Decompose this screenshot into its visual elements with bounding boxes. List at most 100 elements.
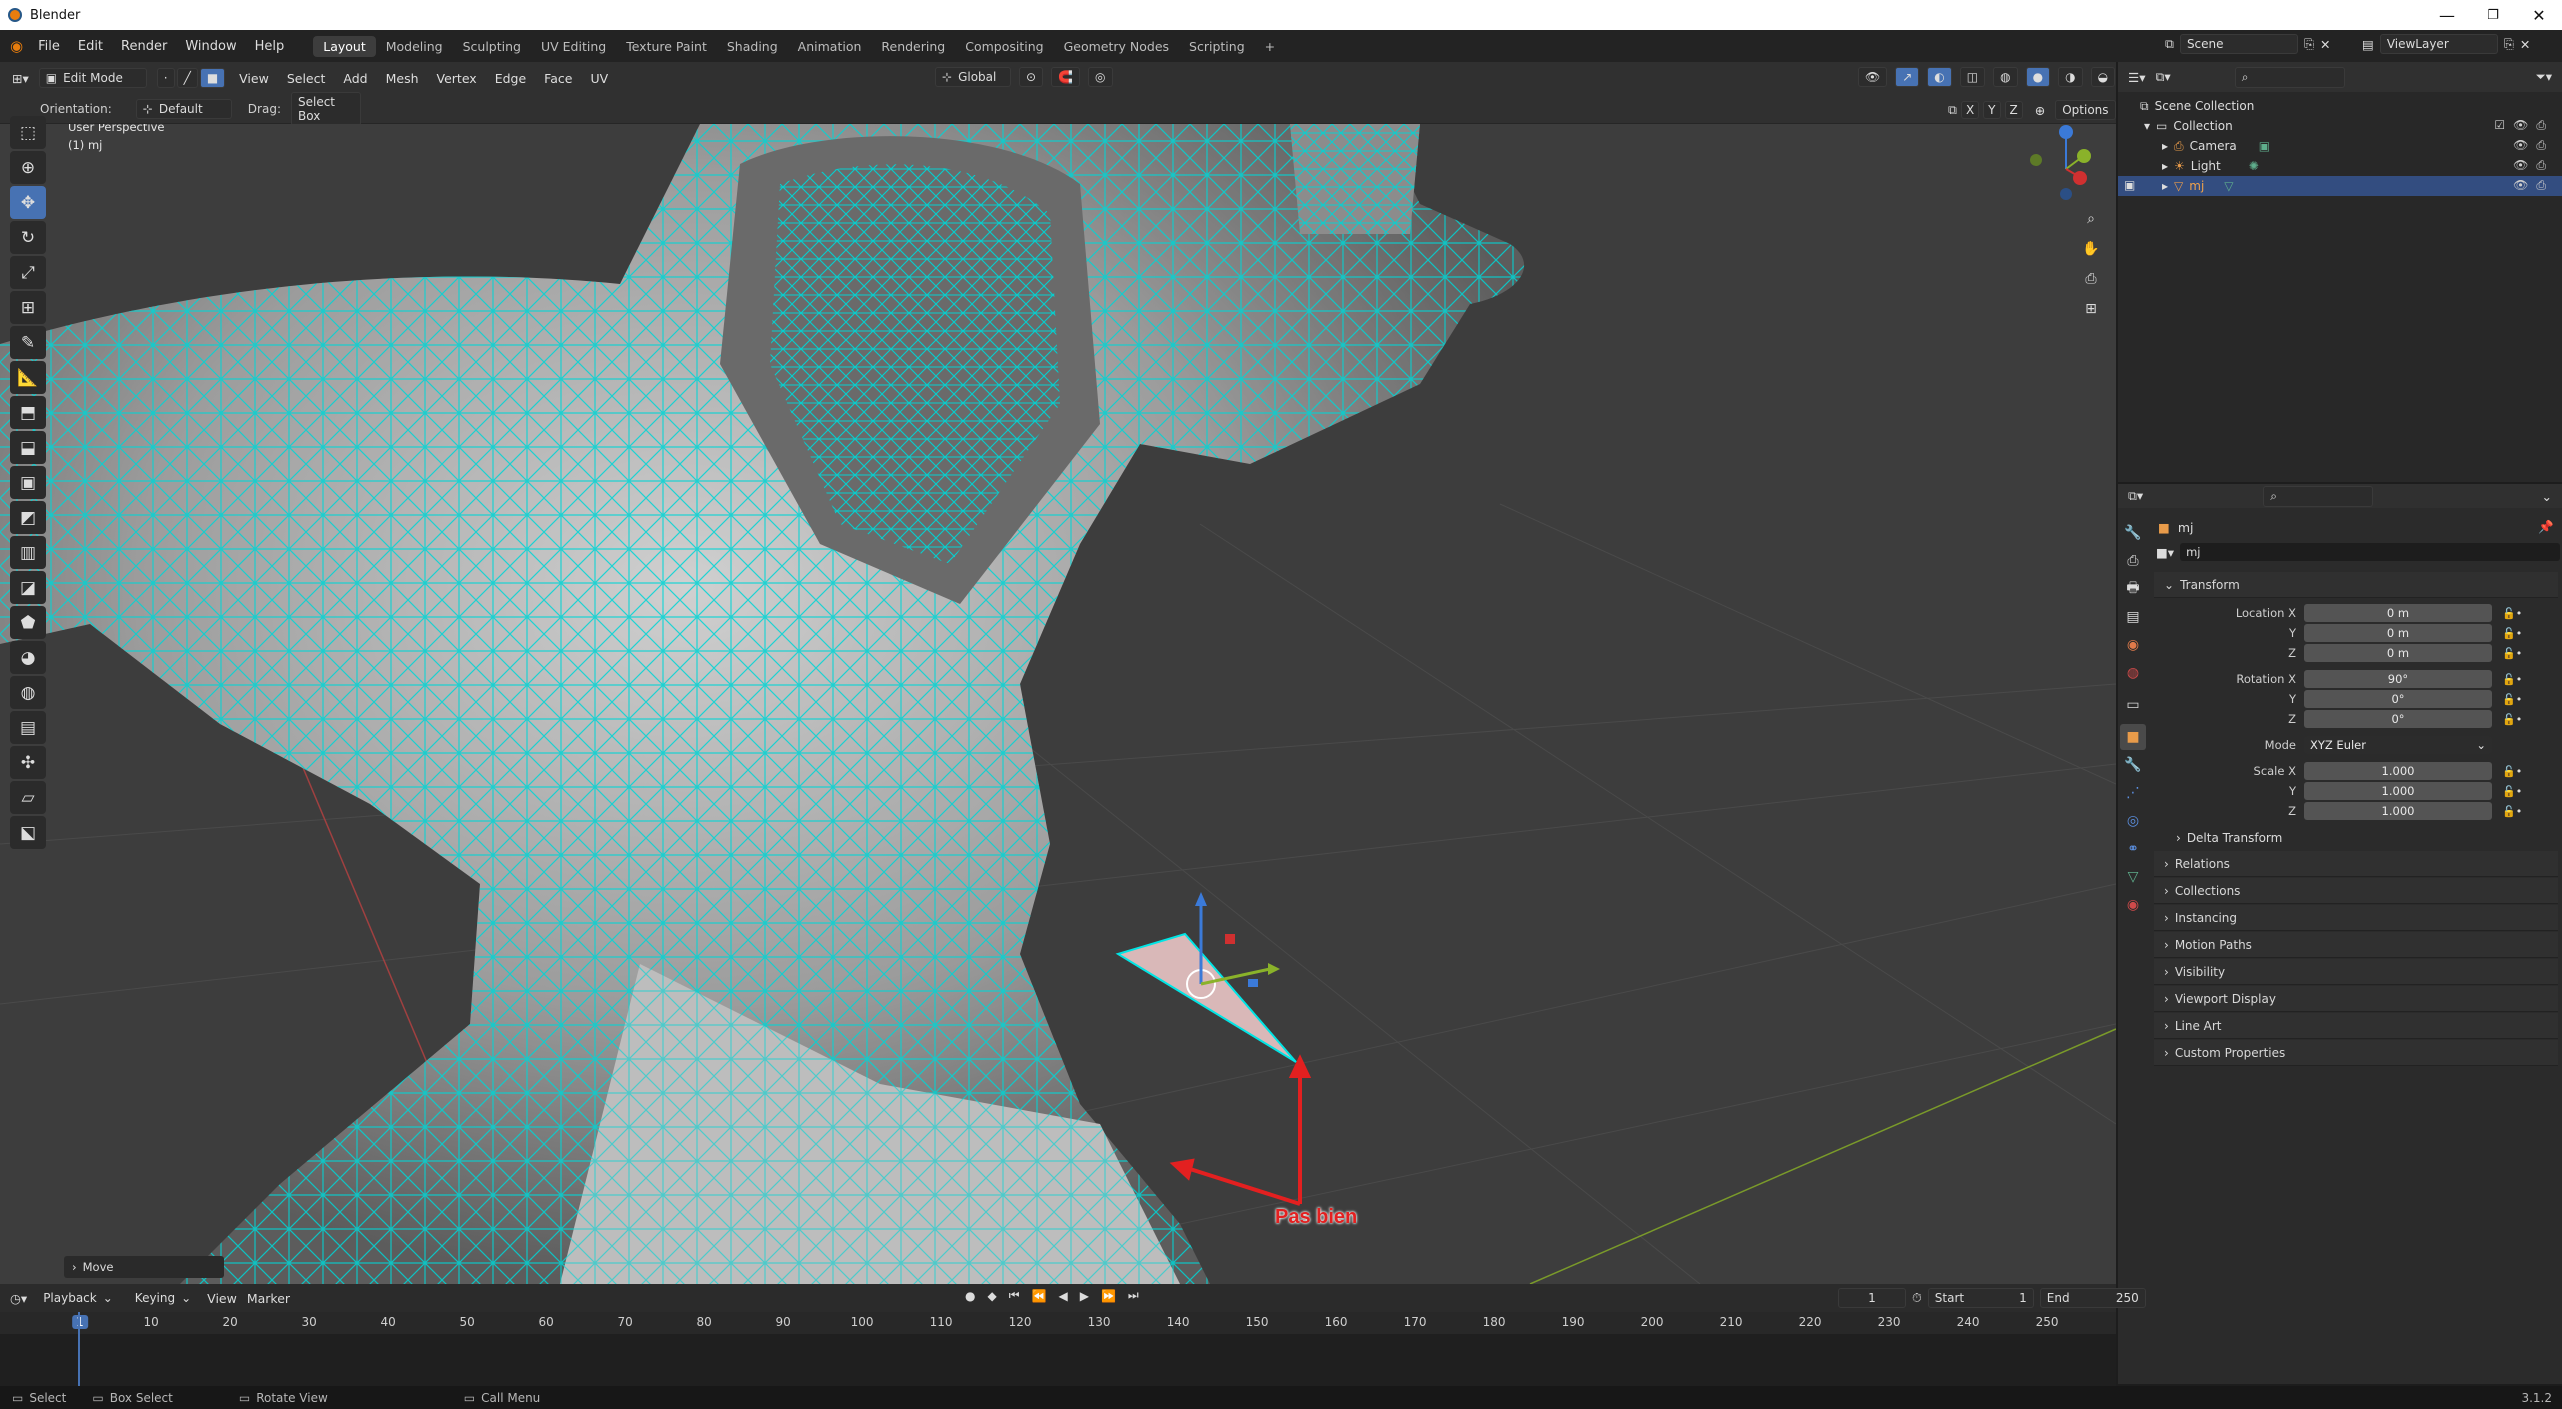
menu-face[interactable]: Face [540, 71, 576, 86]
cursor-tool-icon[interactable]: ⊕ [10, 151, 46, 184]
drag-dropdown[interactable]: Select Box [290, 91, 361, 126]
shear-tool-icon[interactable]: ▱ [10, 781, 46, 814]
play-reverse-icon[interactable]: ◀ [1058, 1289, 1067, 1303]
rotation-y-field[interactable]: 0° [2304, 690, 2492, 708]
collection-visibility-icons[interactable]: ☑👁⎙ [2494, 118, 2554, 133]
extrude-tool-icon[interactable]: ⬓ [10, 431, 46, 464]
modifier-tab-icon[interactable]: 🔧 [2120, 752, 2146, 778]
navigation-gizmo[interactable] [2026, 124, 2106, 204]
close-button[interactable]: ✕ [2516, 0, 2562, 30]
tab-modeling[interactable]: Modeling [376, 36, 453, 57]
pin-icon[interactable]: 📌 [2538, 519, 2554, 535]
rotate-tool-icon[interactable]: ↻ [10, 221, 46, 254]
new-view-layer-icon[interactable]: ⎘ [2504, 36, 2514, 52]
tab-compositing[interactable]: Compositing [955, 36, 1053, 57]
view-layer-selector[interactable]: ▤ ViewLayer ⎘ ✕ [2362, 34, 2530, 54]
measure-tool-icon[interactable]: 📐 [10, 361, 46, 394]
delete-view-layer-icon[interactable]: ✕ [2520, 37, 2530, 52]
options-dropdown[interactable]: Options [2055, 100, 2116, 120]
inset-tool-icon[interactable]: ▣ [10, 466, 46, 499]
rotation-x-field[interactable]: 90° [2304, 670, 2492, 688]
material-tab-icon[interactable]: ◉ [2120, 892, 2146, 918]
wireframe-shading-icon[interactable]: ◍ [1993, 67, 2018, 87]
lock-icon[interactable]: 🔓• [2502, 785, 2522, 798]
outliner-editor-icon[interactable]: ☰▾ [2128, 70, 2145, 85]
new-scene-icon[interactable]: ⎘ [2304, 36, 2314, 52]
instancing-panel[interactable]: › Instancing [2154, 905, 2558, 931]
jump-start-icon[interactable]: ⏮ [1009, 1288, 1020, 1303]
output-tab-icon[interactable]: 🖶 [2120, 576, 2146, 602]
mirror-y-toggle[interactable]: Y [1983, 101, 2001, 119]
jump-end-icon[interactable]: ⏭ [1128, 1288, 1139, 1303]
expand-icon[interactable]: ▸ [2162, 139, 2168, 153]
menu-edge[interactable]: Edge [491, 71, 530, 86]
rip-region-tool-icon[interactable]: ⬕ [10, 816, 46, 849]
playhead[interactable] [78, 1312, 80, 1388]
timeline-editor-icon[interactable]: ◷▾ [10, 1291, 27, 1306]
prev-keyframe-icon[interactable]: ⏪ [1032, 1289, 1047, 1303]
transform-orientation-dropdown[interactable]: ⊹ Global [935, 67, 1011, 87]
object-tab-icon[interactable]: ■ [2120, 724, 2146, 750]
face-select-icon[interactable]: ■ [199, 68, 226, 88]
maximize-button[interactable]: ❐ [2470, 0, 2516, 30]
menu-uv[interactable]: UV [586, 71, 612, 86]
scene-name-field[interactable]: Scene [2179, 34, 2298, 54]
lock-icon[interactable]: 🔓• [2502, 673, 2522, 686]
tab-animation[interactable]: Animation [788, 36, 872, 57]
record-icon[interactable]: ● [965, 1289, 975, 1303]
select-tool-icon[interactable]: ⬚ [10, 116, 46, 149]
motion-paths-panel[interactable]: › Motion Paths [2154, 932, 2558, 958]
end-frame-field[interactable]: End 250 [2039, 1288, 2146, 1308]
tab-uv-editing[interactable]: UV Editing [531, 36, 616, 57]
scale-x-field[interactable]: 1.000 [2304, 762, 2492, 780]
menu-render[interactable]: Render [112, 39, 176, 54]
lock-icon[interactable]: 🔓• [2502, 607, 2522, 620]
outliner-item-camera[interactable]: ▸ ⎙ Camera ▣ 👁⎙ [2118, 136, 2562, 156]
timeline-ruler[interactable]: 1 10 20 30 40 50 60 70 80 90 100 110 120 130 140 150 160… [0, 1312, 2116, 1334]
rotation-z-field[interactable]: 0° [2304, 710, 2492, 728]
outliner-search-input[interactable]: ⌕ [2234, 66, 2345, 88]
camera-visibility-icons[interactable]: 👁⎙ [2513, 138, 2554, 153]
keying-menu[interactable]: Keying ⌄ [129, 1289, 197, 1307]
scene-selector[interactable]: ⧉ Scene ⎘ ✕ [2165, 34, 2330, 54]
tab-texture-paint[interactable]: Texture Paint [616, 36, 717, 57]
render-tab-icon[interactable]: ⎙ [2120, 548, 2146, 574]
vertex-select-icon[interactable]: · [156, 68, 175, 88]
keyframe-icon[interactable]: ◆ [987, 1289, 996, 1303]
mj-visibility-icons[interactable]: 👁⎙ [2513, 178, 2554, 193]
blender-menu-icon[interactable]: ◉ [10, 37, 23, 55]
filter-icon[interactable]: ⏷▾ [2536, 69, 2552, 85]
scale-tool-icon[interactable]: ⤢ [10, 256, 46, 289]
menu-window[interactable]: Window [176, 39, 245, 54]
3d-viewport[interactable]: User Perspective (1) mj Pas bien › Move … [0, 124, 2116, 1284]
tab-rendering[interactable]: Rendering [871, 36, 955, 57]
menu-file[interactable]: File [29, 39, 69, 54]
lock-icon[interactable]: 🔓• [2502, 627, 2522, 640]
loop-cut-tool-icon[interactable]: ▥ [10, 536, 46, 569]
move-tool-icon[interactable]: ✥ [10, 186, 46, 219]
light-visibility-icons[interactable]: 👁⎙ [2513, 158, 2554, 173]
add-cube-tool-icon[interactable]: ⬒ [10, 396, 46, 429]
delta-transform-subpanel[interactable]: › Delta Transform [2154, 825, 2560, 851]
tab-shading[interactable]: Shading [717, 36, 788, 57]
properties-search-input[interactable]: ⌕ [2263, 485, 2374, 507]
mesh-data-tab-icon[interactable]: ▽ [2120, 864, 2146, 890]
chevron-down-icon[interactable]: ⌄ [2542, 489, 2552, 504]
lock-icon[interactable]: 🔓• [2502, 647, 2522, 660]
timeline-tracks[interactable] [0, 1312, 2116, 1388]
mirror-z-toggle[interactable]: Z [2004, 101, 2023, 119]
tab-layout[interactable]: Layout [313, 35, 376, 57]
start-frame-field[interactable]: Start 1 [1927, 1288, 2034, 1308]
relations-panel[interactable]: › Relations [2154, 851, 2558, 877]
lock-icon[interactable]: 🔓• [2502, 805, 2522, 818]
scene-tab-icon[interactable]: ◉ [2120, 632, 2146, 658]
last-operator-panel[interactable]: › Move [64, 1256, 224, 1278]
snap-icon[interactable]: 🧲 [1051, 67, 1081, 87]
rotation-mode-dropdown[interactable]: XYZ Euler ⌄ [2304, 736, 2492, 754]
current-frame-field[interactable]: 1 [1838, 1288, 1906, 1308]
xray-toggle-icon[interactable]: ◫ [1959, 67, 1986, 87]
stopwatch-icon[interactable]: ⏱ [1912, 1290, 1922, 1306]
tab-sculpting[interactable]: Sculpting [453, 36, 531, 57]
edge-slide-tool-icon[interactable]: ▤ [10, 711, 46, 744]
view-layer-name-field[interactable]: ViewLayer [2379, 34, 2498, 54]
